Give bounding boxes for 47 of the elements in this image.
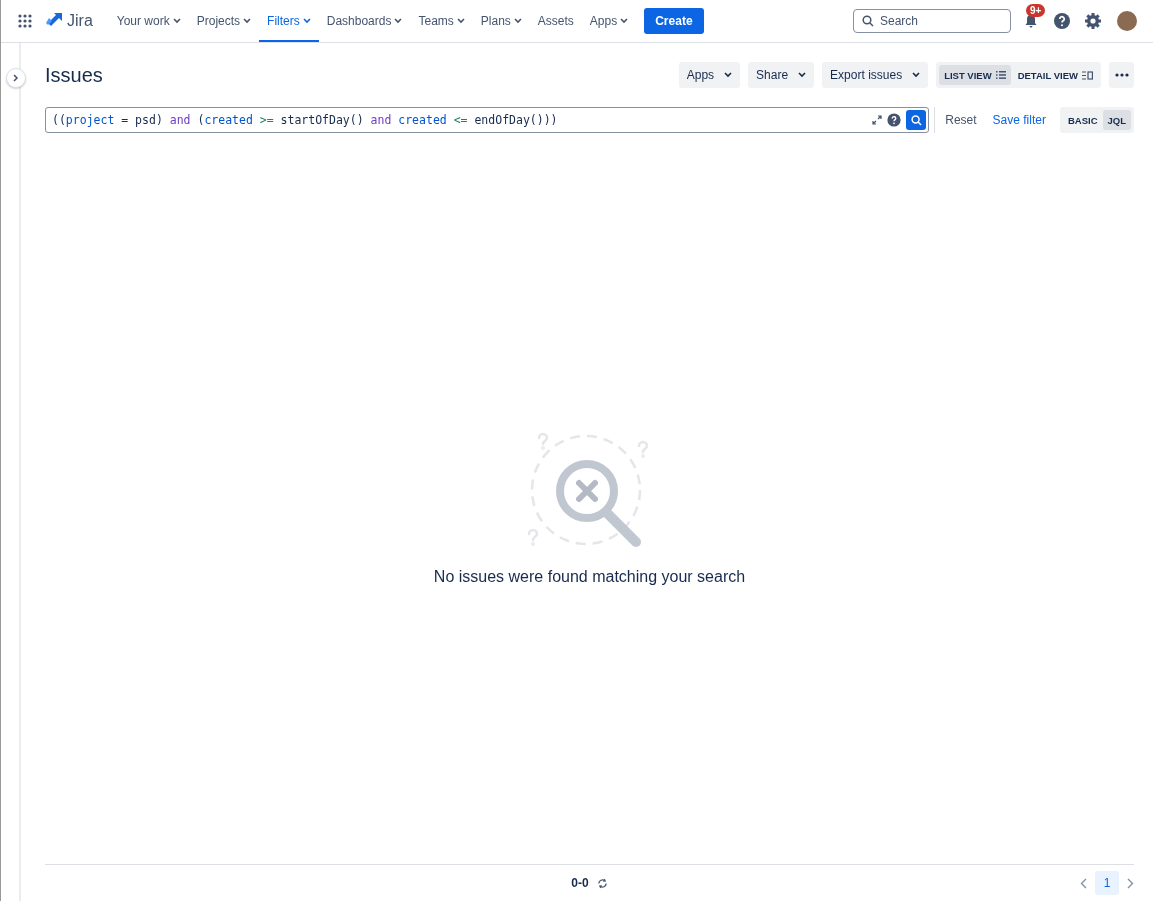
- search-button[interactable]: [906, 110, 927, 130]
- expand-sidebar-button[interactable]: [6, 68, 26, 88]
- dropdown-button[interactable]: Apps: [678, 62, 741, 88]
- nav-menu-item[interactable]: Assets: [529, 0, 582, 42]
- view-toggle[interactable]: LIST VIEW: [939, 65, 1011, 85]
- logo-text[interactable]: Jira: [67, 12, 93, 30]
- expand-icon[interactable]: [872, 115, 883, 125]
- help-icon[interactable]: [887, 113, 902, 127]
- reset-button[interactable]: Reset: [937, 113, 985, 127]
- next-page-icon[interactable]: [1127, 877, 1134, 889]
- mode-toggle[interactable]: BASIC: [1062, 110, 1103, 130]
- help-icon[interactable]: [1053, 12, 1071, 30]
- jql-query-field[interactable]: ((project = psd) and (created >= startOfDay() and created <= endOfDay())): [45, 107, 930, 133]
- more-icon: [1114, 73, 1129, 77]
- nav-menu-item[interactable]: Dashboards: [318, 0, 411, 42]
- nav-menu-item[interactable]: Teams: [410, 0, 473, 42]
- view-toggle[interactable]: DETAIL VIEW: [1012, 65, 1098, 85]
- search-icon: [910, 114, 922, 126]
- avatar[interactable]: [1117, 11, 1137, 31]
- detail-view-icon: [1082, 70, 1093, 80]
- refresh-icon[interactable]: [596, 877, 608, 889]
- page-button[interactable]: 1: [1095, 871, 1119, 895]
- chevron-right-icon: [13, 74, 19, 82]
- save-filter-link[interactable]: Save filter: [984, 113, 1054, 127]
- nav-menu-item[interactable]: Projects: [188, 0, 260, 42]
- nav-menu-item[interactable]: Apps: [581, 0, 637, 42]
- page-title: Issues: [45, 63, 103, 87]
- settings-icon[interactable]: [1084, 12, 1102, 30]
- empty-state-message: No issues were found matching your search: [433, 567, 746, 586]
- previous-page-icon[interactable]: [1080, 877, 1087, 889]
- list-icon: [995, 71, 1006, 79]
- more-button[interactable]: [1109, 62, 1134, 88]
- nav-menu-item[interactable]: Plans: [472, 0, 530, 42]
- result-count: 0-0: [571, 876, 589, 890]
- notification-badge: 9+: [1026, 4, 1046, 17]
- search-field[interactable]: Search: [853, 9, 1011, 33]
- dropdown-button[interactable]: Export issues: [822, 62, 929, 88]
- app-grid-icon[interactable]: [18, 14, 32, 28]
- chevron-down-icon: [724, 72, 733, 78]
- chevron-down-icon: [798, 72, 807, 78]
- dropdown-button[interactable]: Share: [748, 62, 815, 88]
- create-button[interactable]: Create: [644, 8, 704, 34]
- nav-menu-item[interactable]: Your work: [108, 0, 189, 42]
- chevron-down-icon: [912, 72, 921, 78]
- search-icon: [862, 15, 874, 27]
- mode-toggle[interactable]: JQL: [1102, 110, 1131, 130]
- nav-menu-item[interactable]: Filters: [259, 0, 319, 42]
